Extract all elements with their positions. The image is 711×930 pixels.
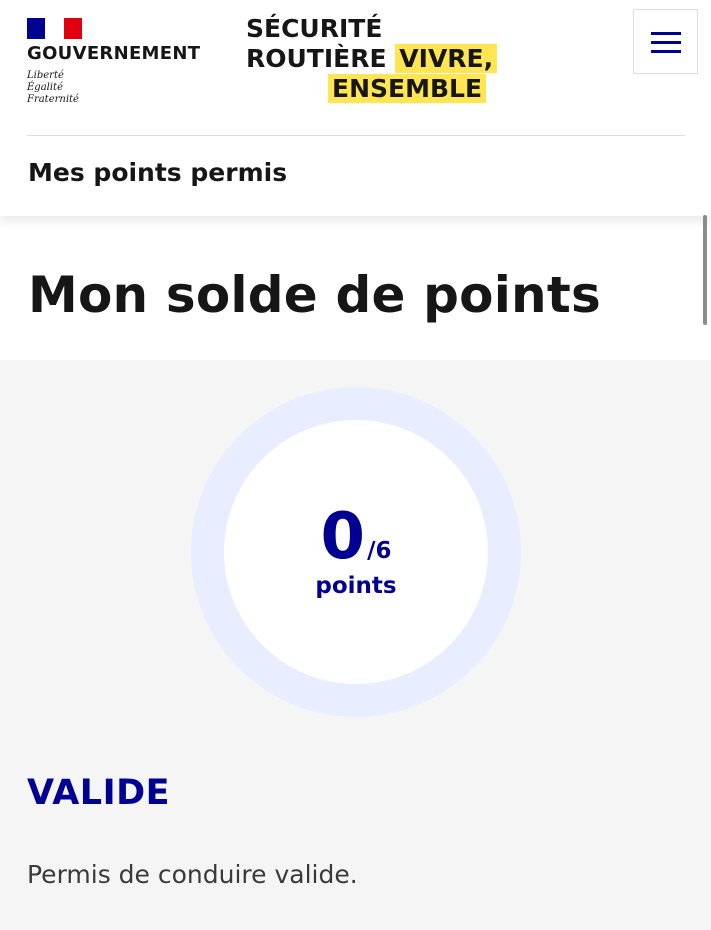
page-scrollbar[interactable] xyxy=(703,215,707,325)
points-max: /6 xyxy=(367,538,392,564)
menu-button[interactable] xyxy=(633,9,698,74)
points-score-row: 0 /6 xyxy=(321,505,392,569)
license-status: VALIDE xyxy=(27,773,171,813)
motto-egalite: Égalité xyxy=(27,82,63,93)
government-logo[interactable]: GOUVERNEMENT Liberté Égalité Fraternité xyxy=(27,18,200,106)
points-gauge: 0 /6 points xyxy=(191,387,521,717)
securite-routiere-logo[interactable]: SÉCURITÉ ROUTIÈRE VIVRE, ENSEMBLE xyxy=(246,14,498,104)
points-balance-panel: 0 /6 points VALIDE Permis de conduire va… xyxy=(0,360,711,930)
republic-motto: Liberté Égalité Fraternité xyxy=(27,70,200,106)
page-title: Mon solde de points xyxy=(28,266,601,324)
license-status-text: Permis de conduire valide. xyxy=(27,860,358,889)
header-divider xyxy=(27,135,685,136)
site-header: GOUVERNEMENT Liberté Égalité Fraternité … xyxy=(0,0,711,216)
brand-line-3-highlight: ENSEMBLE xyxy=(328,74,487,103)
french-flag-icon xyxy=(27,18,82,39)
brand-line-2-highlight: VIVRE, xyxy=(395,44,498,73)
brand-line-2-plain: ROUTIÈRE xyxy=(246,44,387,73)
motto-liberte: Liberté xyxy=(27,70,64,81)
hamburger-icon xyxy=(650,30,681,54)
brand-line-3: ENSEMBLE xyxy=(246,74,497,104)
points-value: 0 xyxy=(320,500,366,574)
government-name: GOUVERNEMENT xyxy=(27,43,201,64)
brand-line-2: ROUTIÈRE VIVRE, xyxy=(246,44,498,74)
points-unit: points xyxy=(315,573,397,599)
motto-fraternite: Fraternité xyxy=(27,94,79,105)
service-title[interactable]: Mes points permis xyxy=(28,158,287,187)
points-score: 0 /6 points xyxy=(224,420,488,684)
brand-line-1: SÉCURITÉ xyxy=(246,14,383,43)
